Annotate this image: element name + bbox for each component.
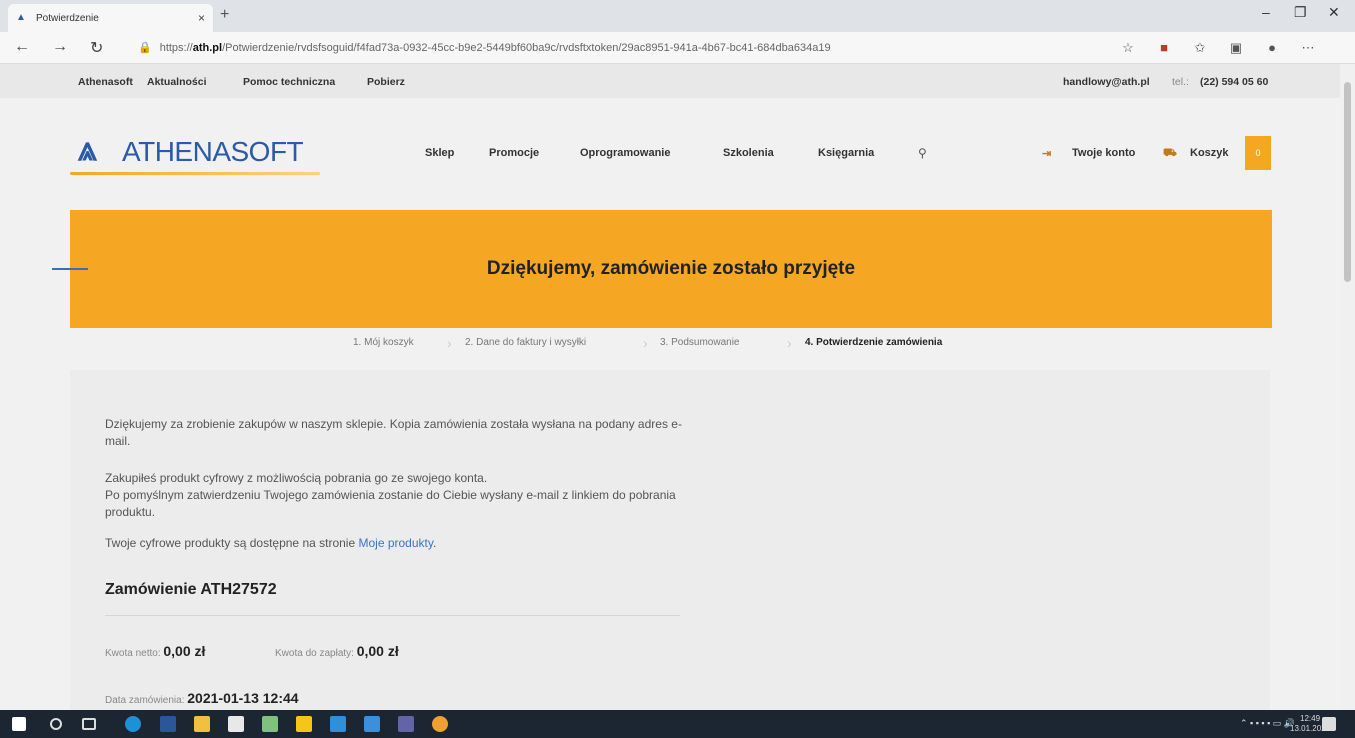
period-text: .	[432, 536, 437, 550]
digital-product-line1: Zakupiłeś produkt cyfrowy z możliwością …	[105, 471, 488, 485]
photos-icon[interactable]	[262, 716, 278, 732]
logo-swoosh	[70, 172, 320, 175]
word-icon[interactable]	[160, 716, 176, 732]
notification-center-icon[interactable]	[1322, 717, 1336, 731]
teams-icon[interactable]	[398, 716, 414, 732]
browser-toolbar: ← → ↻ 🔒 https://ath.pl/Potwierdzenie/rvd…	[0, 32, 1355, 64]
windows-start-icon[interactable]	[12, 717, 26, 731]
login-icon: ⇥	[1042, 148, 1052, 160]
site-favicon-icon: ▲	[16, 12, 26, 23]
order-title: Zamówienie ATH27572	[105, 581, 277, 598]
cart-link[interactable]: Koszyk	[1190, 147, 1229, 159]
digital-product-line2: Po pomyślnym zatwierdzeniu Twojego zamów…	[105, 488, 676, 519]
favorite-star-icon[interactable]: ☆	[1120, 40, 1136, 56]
email-link[interactable]: handlowy@ath.pl	[1063, 76, 1150, 88]
step-separator-icon: ›	[643, 335, 648, 351]
phone-label: tel.:	[1172, 76, 1189, 88]
url-host: ath.pl	[192, 42, 223, 54]
browser-tab[interactable]: ▲ Potwierdzenie ×	[8, 4, 213, 32]
more-menu-icon[interactable]: ⋯	[1300, 40, 1316, 56]
step-confirmation: 4. Potwierdzenie zamówienia	[805, 337, 943, 348]
step-separator-icon: ›	[787, 335, 792, 351]
site-header: ⩓ ATHENASOFT Sklep Promocje Oprogramowan…	[0, 98, 1340, 210]
order-date: Data zamówienia: 2021-01-13 12:44	[105, 690, 299, 706]
order-date-label: Data zamówienia:	[105, 695, 185, 706]
banner-accent-line	[52, 268, 88, 270]
search-taskbar-icon[interactable]	[50, 718, 62, 730]
athenasoft-logo[interactable]: ⩓ ATHENASOFT	[70, 126, 330, 182]
nav-szkolenia[interactable]: Szkolenia	[723, 147, 774, 159]
step-invoice[interactable]: 2. Dane do faktury i wysyłki	[465, 337, 586, 348]
confirmation-banner: Dziękujemy, zamówienie zostało przyjęte	[70, 210, 1272, 328]
products-available-text: Twoje cyfrowe produkty są dostępne na st…	[105, 536, 356, 550]
page-scrollbar[interactable]	[1340, 64, 1355, 710]
step-cart[interactable]: 1. Mój koszyk	[353, 337, 414, 348]
util-link-athenasoft[interactable]: Athenasoft	[78, 76, 133, 88]
phone-number[interactable]: (22) 594 05 60	[1200, 76, 1268, 88]
utility-bar: Athenasoft Aktualności Pomoc techniczna …	[0, 64, 1340, 98]
address-bar[interactable]: 🔒 https://ath.pl/Potwierdzenie/rvdsfsogu…	[138, 38, 1088, 58]
cart-icon: ⛟	[1163, 147, 1177, 159]
net-amount-label: Kwota netto:	[105, 648, 161, 659]
digital-product-line3: Twoje cyfrowe produkty są dostępne na st…	[105, 535, 685, 552]
windows-taskbar: ⌃ ▪ ▪ ▪ ▪ ▭ 🔊 12:49 13.01.2021	[0, 710, 1355, 738]
favorites-icon[interactable]: ✩	[1192, 40, 1208, 56]
chrome-icon[interactable]	[432, 716, 448, 732]
cart-count-badge[interactable]: 0	[1245, 136, 1271, 170]
edge-browser-icon[interactable]	[125, 716, 141, 732]
url-path: /Potwierdzenie/rvdsfsoguid/f4fad73a-0932…	[222, 42, 831, 54]
collections-icon[interactable]: ▣	[1228, 40, 1244, 56]
refresh-icon[interactable]: ↻	[90, 38, 103, 58]
util-link-aktualnosci[interactable]: Aktualności	[147, 76, 207, 88]
pay-amount-value: 0,00 zł	[356, 643, 399, 659]
back-icon[interactable]: ←	[14, 38, 30, 56]
restore-icon[interactable]: ❐	[1294, 4, 1307, 21]
order-date-value: 2021-01-13 12:44	[187, 690, 299, 706]
search-icon[interactable]: ⚲	[918, 146, 927, 160]
step-separator-icon: ›	[447, 335, 452, 351]
scrollbar-thumb[interactable]	[1344, 82, 1351, 282]
forward-icon[interactable]: →	[52, 38, 68, 56]
divider	[105, 615, 680, 616]
my-products-link[interactable]: Moje produkty	[358, 536, 432, 550]
vscode-icon[interactable]	[330, 716, 346, 732]
nav-ksiegarnia[interactable]: Księgarnia	[818, 147, 874, 159]
step-summary[interactable]: 3. Podsumowanie	[660, 337, 740, 348]
banner-title: Dziękujemy, zamówienie zostało przyjęte	[486, 258, 856, 279]
util-link-pobierz[interactable]: Pobierz	[367, 76, 405, 88]
nav-sklep[interactable]: Sklep	[425, 147, 454, 159]
checkout-steps: 1. Mój koszyk › 2. Dane do faktury i wys…	[0, 333, 1340, 355]
pay-amount: Kwota do zapłaty: 0,00 zł	[275, 643, 399, 659]
util-link-pomoc[interactable]: Pomoc techniczna	[243, 76, 335, 88]
profile-avatar-icon[interactable]: ●	[1264, 40, 1280, 56]
lock-icon: 🔒	[138, 42, 152, 54]
close-window-icon[interactable]: ✕	[1328, 4, 1340, 21]
logo-text: ATHENASOFT	[122, 136, 304, 167]
minimize-icon[interactable]: –	[1262, 4, 1270, 20]
net-amount-value: 0,00 zł	[163, 643, 206, 659]
nav-promocje[interactable]: Promocje	[489, 147, 539, 159]
nav-oprogramowanie[interactable]: Oprogramowanie	[580, 147, 670, 159]
outlook-icon[interactable]	[364, 716, 380, 732]
tab-title: Potwierdzenie	[36, 12, 99, 24]
store-icon[interactable]	[228, 716, 244, 732]
url-prefix: https://	[159, 42, 193, 54]
file-explorer-icon[interactable]	[194, 716, 210, 732]
pay-amount-label: Kwota do zapłaty:	[275, 648, 354, 659]
thanks-paragraph: Dziękujemy za zrobienie zakupów w naszym…	[105, 417, 682, 448]
extension-icon[interactable]: ■	[1156, 40, 1172, 56]
new-tab-button[interactable]: +	[220, 6, 229, 24]
account-link[interactable]: Twoje konto	[1072, 147, 1135, 159]
tab-close-icon[interactable]: ×	[198, 11, 205, 25]
notes-icon[interactable]	[296, 716, 312, 732]
browser-tabbar: ▲ Potwierdzenie × + – ❐ ✕	[0, 0, 1355, 32]
net-amount: Kwota netto: 0,00 zł	[105, 643, 205, 659]
logo-mark-icon: ⩓	[78, 130, 98, 168]
order-confirmation-panel: Dziękujemy za zrobienie zakupów w naszym…	[70, 370, 1270, 710]
task-view-icon[interactable]	[82, 718, 96, 730]
system-tray[interactable]: ⌃ ▪ ▪ ▪ ▪ ▭ 🔊	[1240, 718, 1295, 729]
